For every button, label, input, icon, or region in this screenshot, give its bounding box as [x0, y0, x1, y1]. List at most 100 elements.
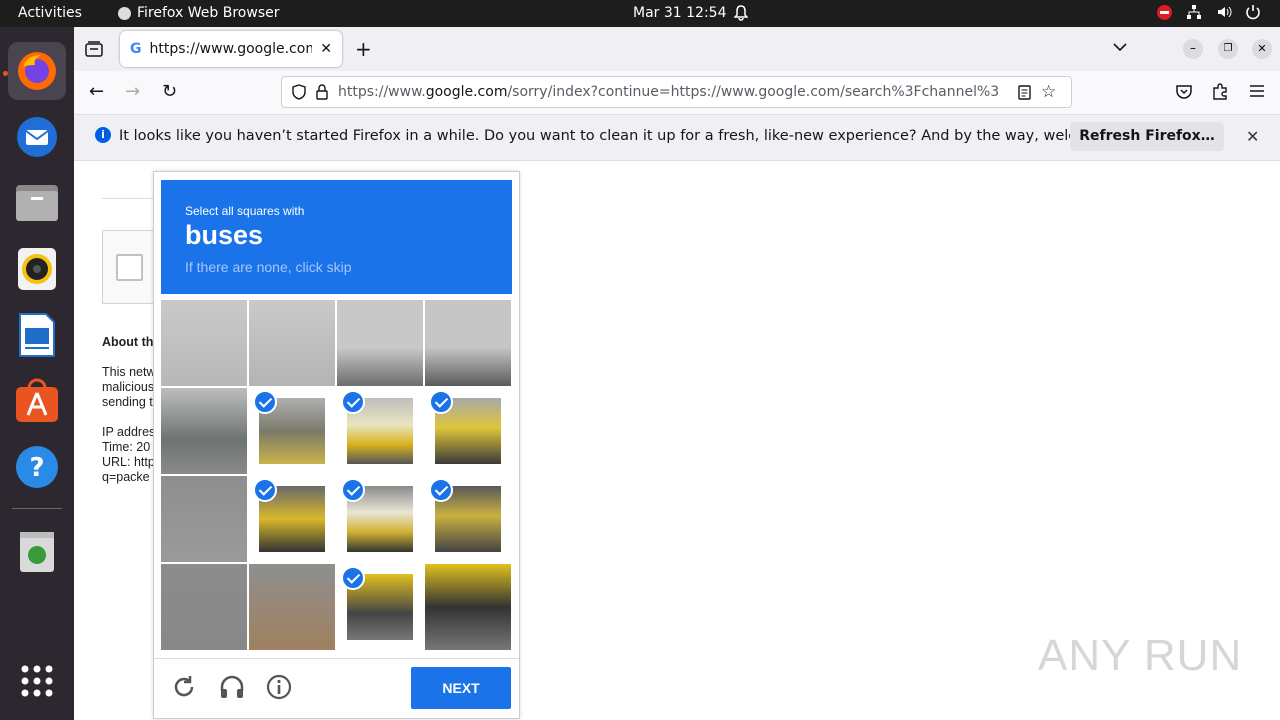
image-grid [161, 300, 512, 651]
url-text[interactable]: https://www.google.com/sorry/index?conti… [338, 84, 1008, 100]
refresh-firefox-button[interactable]: Refresh Firefox… [1070, 122, 1224, 151]
notification-message: It looks like you haven’t started Firefo… [119, 128, 1154, 144]
dock-files[interactable] [8, 174, 66, 232]
thunderbird-icon [17, 117, 57, 157]
grid-tile[interactable] [249, 388, 335, 474]
notification-bar: i It looks like you haven’t started Fire… [74, 115, 1280, 161]
grid-tile[interactable] [249, 476, 335, 562]
system-top-bar: Activities Firefox Web Browser Mar 31 12… [0, 0, 1280, 27]
grid-tile[interactable] [249, 300, 335, 386]
folder-icon [16, 185, 58, 221]
para1-line2: malicious [102, 380, 155, 394]
tile-image [161, 388, 247, 474]
hamburger-menu-icon[interactable] [1250, 85, 1264, 97]
power-icon [1246, 5, 1260, 20]
checkmark-icon [429, 390, 453, 414]
grid-tile[interactable] [337, 300, 423, 386]
grid-tile[interactable] [337, 564, 423, 650]
grid-tile[interactable] [161, 476, 247, 562]
grid-tile[interactable] [425, 388, 511, 474]
url-bar[interactable]: https://www.google.com/sorry/index?conti… [281, 76, 1072, 108]
tile-image [161, 300, 247, 386]
challenge-instruction: Select all squares with [185, 204, 305, 218]
dock-writer[interactable] [8, 306, 66, 364]
svg-text:?: ? [29, 453, 44, 483]
active-app-menu[interactable]: Firefox Web Browser [118, 5, 280, 21]
close-window-button[interactable]: ✕ [1252, 39, 1272, 59]
grid-tile[interactable] [425, 300, 511, 386]
close-tab-icon[interactable]: ✕ [320, 41, 332, 57]
bookmark-star-icon[interactable]: ☆ [1041, 82, 1056, 102]
tile-image [337, 300, 423, 386]
grid-tile[interactable] [337, 388, 423, 474]
bell-icon [734, 5, 749, 21]
dock-separator [12, 508, 62, 509]
tile-image [161, 476, 247, 562]
dock-rhythmbox[interactable] [8, 240, 66, 298]
grid-tile[interactable] [161, 300, 247, 386]
dock-thunderbird[interactable] [8, 108, 66, 166]
clock[interactable]: Mar 31 12:54 [633, 5, 749, 21]
dock-help[interactable]: ? [8, 438, 66, 496]
tile-image [249, 300, 335, 386]
challenge-footer: NEXT [154, 658, 519, 718]
grid-tile[interactable] [337, 476, 423, 562]
dock-firefox[interactable] [8, 42, 66, 100]
google-favicon: G [130, 41, 142, 57]
lock-icon[interactable] [316, 84, 328, 100]
next-button[interactable]: NEXT [411, 667, 511, 709]
challenge-target: buses [185, 220, 264, 250]
help-icon: ? [16, 446, 58, 488]
show-applications-button[interactable] [8, 652, 66, 710]
pocket-icon[interactable] [1176, 84, 1192, 99]
reload-challenge-icon[interactable] [170, 673, 198, 701]
activities-button[interactable]: Activities [18, 5, 82, 21]
grid-tile[interactable] [161, 564, 247, 650]
reload-button[interactable]: ↻ [162, 81, 177, 102]
dock-trash[interactable] [8, 522, 66, 580]
minimize-button[interactable]: – [1183, 39, 1203, 59]
recaptcha-checkbox[interactable] [116, 254, 143, 281]
grid-tile[interactable] [425, 476, 511, 562]
extensions-icon[interactable] [1212, 83, 1228, 100]
tab-bar: G https://www.google.com/ ✕ + – ❐ ✕ [74, 27, 1280, 71]
do-not-disturb-icon [1157, 4, 1172, 20]
tab-overview-icon[interactable] [85, 41, 103, 57]
url-prefix: https://www. [338, 84, 426, 100]
dock-app-center[interactable] [8, 372, 66, 430]
page-content: About th This netw malicious sending t I… [74, 161, 1280, 720]
firefox-icon [18, 52, 56, 90]
app-store-icon [16, 378, 58, 422]
close-notification-icon[interactable]: ✕ [1246, 127, 1259, 146]
maximize-button[interactable]: ❐ [1218, 39, 1238, 59]
shield-icon[interactable] [292, 84, 306, 100]
back-button[interactable]: ← [89, 81, 104, 102]
checkmark-icon [253, 478, 277, 502]
list-all-tabs-icon[interactable] [1113, 43, 1127, 52]
info-icon: i [95, 127, 111, 143]
audio-challenge-icon[interactable] [218, 673, 246, 701]
grid-tile[interactable] [161, 388, 247, 474]
forward-button[interactable]: → [125, 81, 140, 102]
tab-title: https://www.google.com/ [149, 41, 313, 57]
checkmark-icon [429, 478, 453, 502]
tab-google[interactable]: G https://www.google.com/ ✕ [120, 31, 342, 67]
challenge-header: Select all squares with buses If there a… [161, 180, 512, 294]
tile-image [425, 300, 511, 386]
system-tray[interactable] [1157, 4, 1260, 20]
tile-image [161, 564, 247, 650]
checkmark-icon [341, 566, 365, 590]
info-challenge-icon[interactable] [265, 673, 293, 701]
volume-icon [1218, 6, 1232, 18]
firefox-small-icon [118, 6, 131, 20]
url-domain: google.com [425, 84, 508, 100]
query-line: q=packe [102, 470, 150, 484]
grid-tile[interactable] [249, 564, 335, 650]
datetime: Mar 31 12:54 [633, 5, 727, 21]
tile-image [425, 564, 511, 650]
grid-tile[interactable] [425, 564, 511, 650]
new-tab-button[interactable]: + [355, 37, 372, 61]
document-writer-icon [19, 313, 55, 357]
firefox-window: G https://www.google.com/ ✕ + – ❐ ✕ ← → … [74, 27, 1280, 720]
reader-view-icon[interactable] [1018, 84, 1031, 100]
